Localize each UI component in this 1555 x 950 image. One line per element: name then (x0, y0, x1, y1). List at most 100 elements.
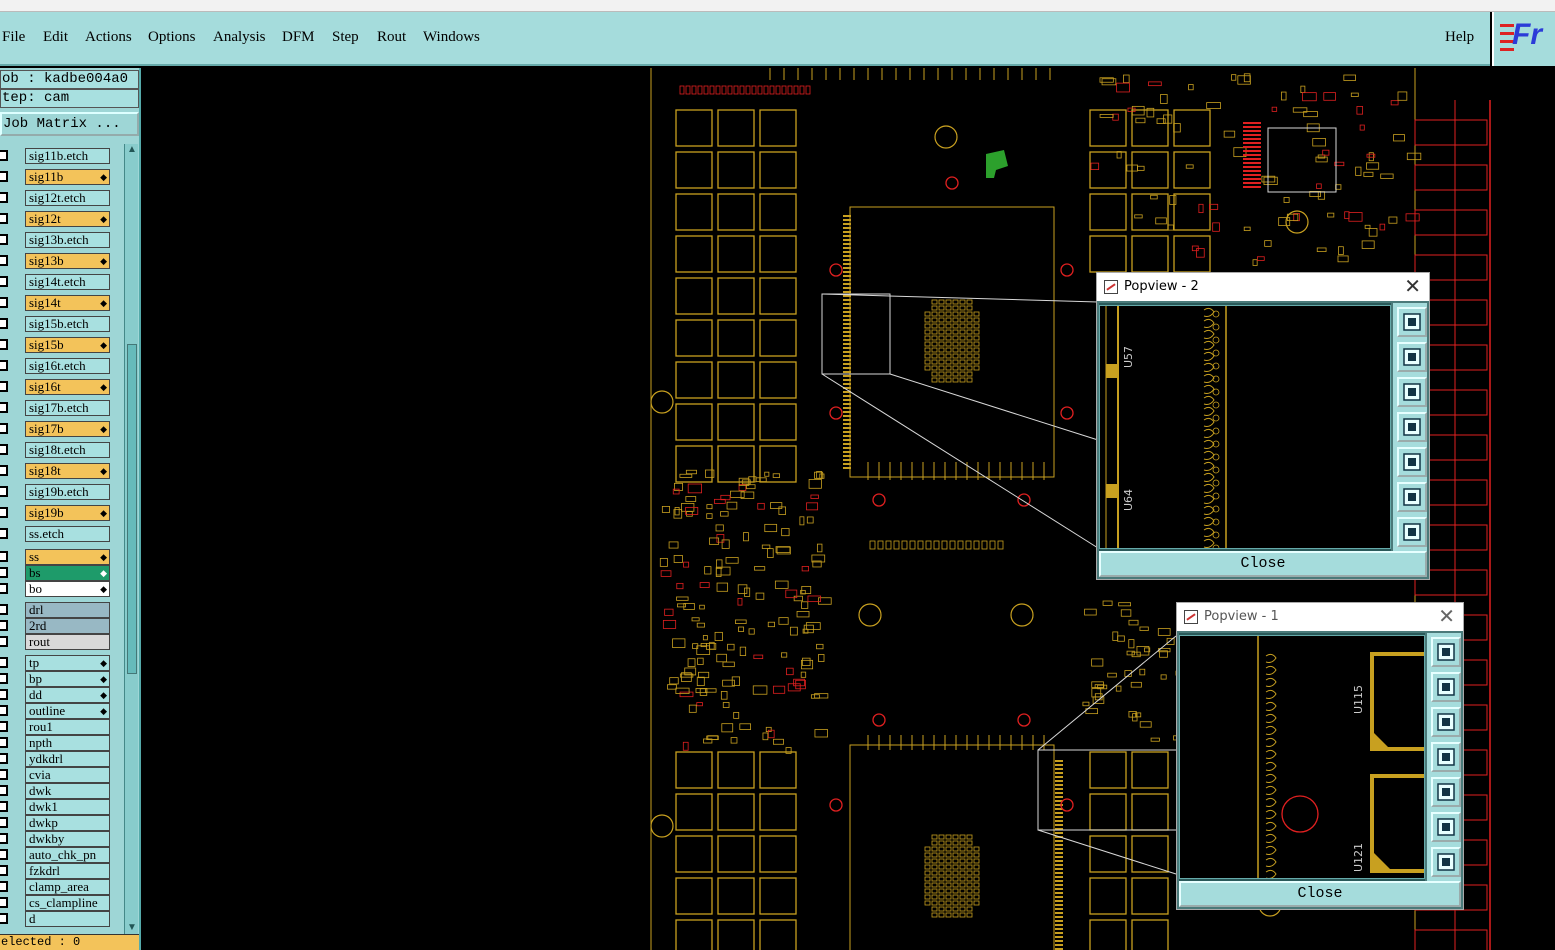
layer-checkbox[interactable] (0, 785, 8, 796)
pan-up-icon[interactable] (1397, 342, 1427, 372)
layer-name[interactable]: dwk1 (25, 799, 110, 815)
layer-row[interactable]: bo ◆ (0, 581, 120, 597)
close-icon[interactable]: ✕ (1438, 604, 1455, 628)
layer-checkbox[interactable] (0, 620, 8, 631)
layer-row[interactable]: dwk1 (0, 799, 120, 815)
layer-name[interactable]: dd ◆ (25, 687, 110, 703)
layer-checkbox[interactable] (0, 673, 8, 684)
close-icon[interactable]: ✕ (1404, 274, 1421, 298)
layer-row[interactable]: bs ◆ (0, 565, 120, 581)
layer-row[interactable]: dwkp (0, 815, 120, 831)
layer-name[interactable]: 2rd (25, 618, 110, 634)
layer-checkbox[interactable] (0, 381, 8, 392)
layer-name[interactable]: sig16t ◆ (25, 379, 110, 395)
layer-checkbox[interactable] (0, 865, 8, 876)
menu-dfm[interactable]: DFM (282, 29, 315, 46)
layer-row[interactable]: sig11b.etch (0, 148, 120, 164)
layer-name[interactable]: auto_chk_pn (25, 847, 110, 863)
layer-checkbox[interactable] (0, 444, 8, 455)
popview-1-window[interactable]: Popview - 1 ✕ U115 U121 Close (1176, 602, 1464, 910)
layer-name[interactable]: sig13b.etch (25, 232, 110, 248)
layer-row[interactable]: clamp_area (0, 879, 120, 895)
layer-row[interactable]: sig19b ◆ (0, 505, 120, 521)
layer-name[interactable]: cs_clampline (25, 895, 110, 911)
layer-row[interactable]: sig17b.etch (0, 400, 120, 416)
pan-left-icon[interactable] (1397, 412, 1427, 442)
layer-name[interactable]: d (25, 911, 110, 927)
layer-row[interactable]: rou1 (0, 719, 120, 735)
layer-row[interactable]: cvia (0, 767, 120, 783)
layer-row[interactable]: tp ◆ (0, 655, 120, 671)
layer-name[interactable]: bp ◆ (25, 671, 110, 687)
pan-left-icon[interactable] (1431, 742, 1461, 772)
layer-row[interactable]: drl (0, 602, 120, 618)
layer-row[interactable]: sig14t.etch (0, 274, 120, 290)
layer-row[interactable]: cs_clampline (0, 895, 120, 911)
menu-windows[interactable]: Windows (423, 29, 480, 46)
layer-name[interactable]: sig15b.etch (25, 316, 110, 332)
layer-checkbox[interactable] (0, 849, 8, 860)
layer-checkbox[interactable] (0, 801, 8, 812)
layer-checkbox[interactable] (0, 636, 8, 647)
layer-name[interactable]: sig14t ◆ (25, 295, 110, 311)
popview-2-window[interactable]: Popview - 2 ✕ U57 U64 Close (1096, 272, 1430, 580)
layer-checkbox[interactable] (0, 913, 8, 924)
zoom-window-icon[interactable] (1397, 307, 1427, 337)
layer-name[interactable]: npth (25, 735, 110, 751)
scroll-up-arrow-icon[interactable]: ▲ (125, 144, 139, 156)
layer-row[interactable]: rout (0, 634, 120, 650)
menu-analysis[interactable]: Analysis (213, 29, 266, 46)
layer-row[interactable]: npth (0, 735, 120, 751)
layer-row[interactable]: sig15b.etch (0, 316, 120, 332)
layer-checkbox[interactable] (0, 360, 8, 371)
menu-edit[interactable]: Edit (43, 29, 68, 46)
layer-checkbox[interactable] (0, 318, 8, 329)
layer-name[interactable]: rout (25, 634, 110, 650)
layer-row[interactable]: sig12t ◆ (0, 211, 120, 227)
layer-row[interactable]: ydkdrl (0, 751, 120, 767)
layer-row[interactable]: bp ◆ (0, 671, 120, 687)
menu-options[interactable]: Options (148, 29, 196, 46)
layer-checkbox[interactable] (0, 689, 8, 700)
layer-checkbox[interactable] (0, 507, 8, 518)
layer-name[interactable]: drl (25, 602, 110, 618)
layer-checkbox[interactable] (0, 192, 8, 203)
layer-row[interactable]: sig16t ◆ (0, 379, 120, 395)
layer-name[interactable]: sig15b ◆ (25, 337, 110, 353)
layer-checkbox[interactable] (0, 171, 8, 182)
scroll-down-arrow-icon[interactable]: ▼ (125, 922, 139, 934)
layer-row[interactable]: d (0, 911, 120, 927)
layer-row[interactable]: sig18t.etch (0, 442, 120, 458)
layer-checkbox[interactable] (0, 604, 8, 615)
layer-checkbox[interactable] (0, 339, 8, 350)
layer-checkbox[interactable] (0, 737, 8, 748)
layer-name[interactable]: sig16t.etch (25, 358, 110, 374)
layer-name[interactable]: bs ◆ (25, 565, 110, 581)
zoom-fit-icon[interactable] (1397, 482, 1427, 512)
layer-name[interactable]: clamp_area (25, 879, 110, 895)
layer-row[interactable]: sig18t ◆ (0, 463, 120, 479)
layer-name[interactable]: sig11b ◆ (25, 169, 110, 185)
layer-checkbox[interactable] (0, 297, 8, 308)
popview-1-viewport[interactable]: U115 U121 (1179, 635, 1425, 879)
pan-down-icon[interactable] (1431, 707, 1461, 737)
layer-row[interactable]: dwkby (0, 831, 120, 847)
layer-row[interactable]: ss.etch (0, 526, 120, 542)
layer-name[interactable]: tp ◆ (25, 655, 110, 671)
layer-checkbox[interactable] (0, 567, 8, 578)
menu-file[interactable]: File (2, 29, 25, 46)
layer-name[interactable]: sig12t ◆ (25, 211, 110, 227)
menu-rout[interactable]: Rout (377, 29, 406, 46)
layer-name[interactable]: ss.etch (25, 526, 110, 542)
layer-checkbox[interactable] (0, 234, 8, 245)
menu-actions[interactable]: Actions (85, 29, 132, 46)
layer-row[interactable]: sig15b ◆ (0, 337, 120, 353)
zoom-fit-icon[interactable] (1431, 812, 1461, 842)
popview-2-close-button[interactable]: Close (1099, 551, 1427, 577)
layer-checkbox[interactable] (0, 402, 8, 413)
layer-checkbox[interactable] (0, 705, 8, 716)
layer-checkbox[interactable] (0, 753, 8, 764)
pan-down-icon[interactable] (1397, 377, 1427, 407)
layer-name[interactable]: rou1 (25, 719, 110, 735)
layer-row[interactable]: sig12t.etch (0, 190, 120, 206)
